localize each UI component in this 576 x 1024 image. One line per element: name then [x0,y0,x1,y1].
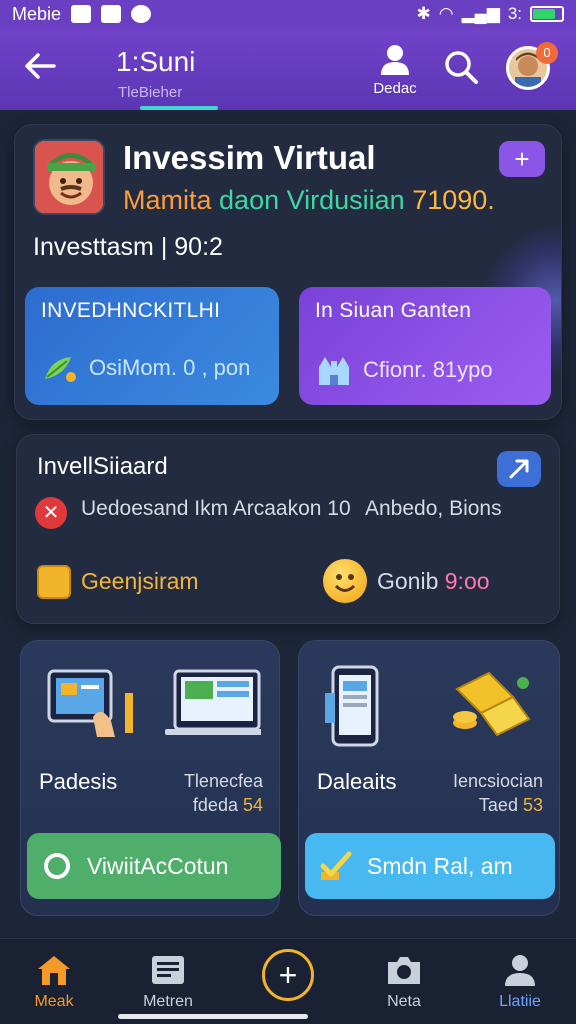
invest-title: Invessim Virtual [123,139,376,176]
nav-label: Neta [387,993,421,1010]
smiley-icon [323,559,367,603]
coin-icon [37,565,71,599]
tab-indicator [140,106,218,110]
bluetooth-icon: ✱ [416,4,431,23]
leaderboard-generation: Geenjsiram [81,568,199,594]
back-arrow-icon [25,53,56,79]
rank-prefix: Gonib [377,568,445,594]
search-button[interactable] [442,48,480,86]
news-icon [152,956,184,984]
user-icon [505,955,535,986]
battery-icon [530,6,564,22]
camera-icon [388,957,420,984]
invest-card: Invessim Virtual Mamita daon Virdusiian … [14,124,562,420]
leaderboard-title: InvellSiiaard [37,453,168,480]
invest-subtitle: Mamita daon Virdusiian 71090. [123,185,495,216]
add-fab-button[interactable]: + [262,949,314,1001]
product-card[interactable]: Padesis Tlenecfea fdeda 54 ViwiitAcCotun [20,640,281,916]
nav-label: Meak [34,993,74,1010]
product-action-label: ViwiitAcCotun [87,852,229,879]
profile-label: Dedac [373,80,417,97]
invest-sub-b: daon Virdusiian [219,185,405,215]
character-avatar [33,139,105,215]
status-time: 3: [507,4,522,23]
product-action-button[interactable]: ViwiitAcCotun [27,833,281,899]
carrier-label: Mebie [12,3,62,24]
close-icon[interactable]: ✕ [35,497,67,529]
tablet-illustration-icon [47,669,261,737]
leaderboard-card: InvellSiiaard ✕ Uedoesand Ikm Arcaakon 1… [16,434,560,624]
product-card[interactable]: Daleaits Iencsiocian Taed 53 Smdn Ral, a… [298,640,560,916]
stat-tile-value: Cfionr. 81ypo [363,357,493,382]
stat-tile-title: INVEDHNCKITLHI [41,299,221,322]
product-meta-number: 54 [242,795,263,815]
nav-label: Metren [143,993,193,1010]
notification-badge: 0 [536,42,558,64]
add-button[interactable]: + [499,141,545,177]
product-meta-top: Tlenecfea [183,771,263,791]
send-button[interactable] [497,451,541,487]
invest-sub-c: 71090. [412,185,495,215]
product-meta-top: Iencsiocian [452,771,543,791]
signal-icon: ▂▄▆ [461,4,500,23]
back-button[interactable] [22,48,58,84]
nav-item-media[interactable]: Neta [364,953,444,1017]
product-meta-label: fdeda [192,795,243,815]
stat-tile-right[interactable]: In Siuan Ganten Cfionr. 81ypo [299,287,551,405]
page-subtitle: TleBieher [118,84,183,101]
app-icon [101,5,122,23]
castle-icon [319,357,349,385]
product-name: Padesis [39,769,118,794]
product-action-button[interactable]: Smdn Ral, am [305,833,555,899]
leaderboard-description: Uedoesand Ikm Arcaakon 10 [81,497,351,520]
leaderboard-rank: Gonib 9:oo [377,568,490,595]
plus-icon: + [514,143,530,174]
nav-label: Llatiie [499,993,541,1010]
search-icon [445,51,478,84]
stat-tile-title: In Siuan Ganten [315,299,472,322]
user-icon [381,45,409,75]
plus-icon: + [278,956,298,993]
nav-item-news[interactable]: Metren [128,953,208,1017]
invest-total: Investtasm | 90:2 [33,233,223,261]
product-meta: Iencsiocian Taed 53 [453,769,543,817]
product-meta-number: 53 [522,795,543,815]
home-icon [38,956,70,985]
stat-tile-value: OsiMom. 0 , pon [89,355,251,380]
checkmark-icon [320,851,352,880]
stat-tile-left[interactable]: INVEDHNCKITLHI OsiMom. 0 , pon [25,287,279,405]
circle-icon [44,853,70,879]
notification-icon [71,5,92,23]
status-bar: Mebie ✱ ◠ ▂▄▆ 3: [0,0,576,28]
page-title: 1:Suni [116,46,196,77]
bottom-navigation: Meak Metren + Neta Llatiie [0,938,576,1024]
nav-item-home[interactable]: Meak [14,953,94,1017]
send-icon [509,459,529,479]
product-action-label: Smdn Ral, am [367,852,513,879]
profile-button[interactable]: Dedac [370,42,420,106]
product-name: Daleaits [317,769,397,794]
home-indicator[interactable] [118,1014,308,1019]
growth-leaf-icon [45,357,76,382]
message-icon [131,5,152,23]
invest-sub-a: Mamita [123,185,212,215]
product-meta-label: Taed [478,795,523,815]
character-icon [35,141,103,213]
app-header: 1:Suni TleBieher Dedac 0 [0,28,576,110]
product-meta: Tlenecfea fdeda 54 [184,769,263,817]
nav-item-profile[interactable]: Llatiie [480,953,560,1017]
leaderboard-right-text: Anbedo, Bions [365,497,502,520]
smiley-face-icon [334,574,356,592]
wifi-icon: ◠ [438,4,454,23]
phone-coins-illustration-icon [325,665,531,747]
rank-value: 9:oo [444,568,490,594]
